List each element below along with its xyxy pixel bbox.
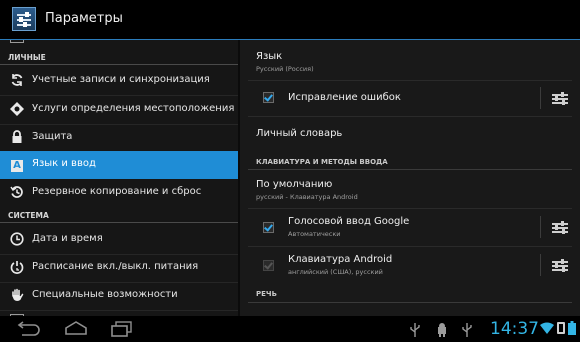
sidebar-item-security[interactable]: Защита (0, 124, 238, 152)
backup-icon (10, 185, 24, 199)
spellcheck-checkbox[interactable] (263, 92, 274, 103)
sidebar[interactable]: ЛИЧНЫЕ Учетные записи и синхронизация Ус… (0, 40, 238, 316)
system-bar: 14:37 (0, 316, 580, 342)
settings-screen: Параметры ЛИЧНЫЕ Учетные записи и синхро… (0, 0, 580, 342)
settings-sliders-icon[interactable] (552, 92, 568, 106)
location-icon (10, 102, 24, 116)
sidebar-item-label: Специальные возможности (32, 289, 178, 300)
usb-icon (462, 323, 472, 340)
pref-title: Личный словарь (256, 128, 343, 139)
sidebar-item-power-schedule[interactable]: Расписание вкл./выкл. питания (0, 254, 238, 282)
clock-icon (10, 232, 24, 246)
settings-sliders-icon[interactable] (552, 221, 568, 235)
sidebar-item-label: Расписание вкл./выкл. питания (32, 261, 199, 272)
google-voice-checkbox[interactable] (263, 222, 274, 233)
lock-icon (10, 130, 24, 144)
pref-summary: Автоматически (288, 230, 341, 238)
scroll-hint (10, 40, 24, 43)
power-schedule-icon (10, 260, 24, 274)
pref-summary: русский - Клавиатура Android (256, 193, 358, 201)
sidebar-item-label: Резервное копирование и сброс (32, 186, 202, 197)
sidebar-item-label: Защита (32, 131, 73, 142)
page-title: Параметры (45, 11, 123, 26)
sidebar-item-date-time[interactable]: Дата и время (0, 226, 238, 254)
battery-icon (568, 321, 576, 338)
sidebar-item-label: Услуги определения местоположения (32, 103, 235, 114)
pref-google-voice[interactable]: Голосовой ввод Google Автоматически (240, 209, 580, 245)
sidebar-item-location[interactable]: Услуги определения местоположения (0, 96, 238, 124)
pref-android-keyboard[interactable]: Клавиатура Android английский (США), рус… (240, 247, 580, 283)
action-bar: Параметры (0, 0, 580, 40)
sidebar-item-label: Дата и время (32, 233, 103, 244)
settings-sliders-icon[interactable] (552, 259, 568, 273)
wifi-icon (540, 322, 554, 337)
pref-title: Исправление ошибок (288, 92, 401, 103)
pref-summary: английский (США), русский (288, 268, 383, 276)
section-system: СИСТЕМА (8, 211, 49, 220)
pref-default-keyboard[interactable]: По умолчанию русский - Клавиатура Androi… (240, 171, 580, 207)
signal-icon (557, 322, 565, 337)
sidebar-item-label: Учетные записи и синхронизация (32, 74, 210, 85)
hand-icon (10, 288, 24, 302)
recent-apps-icon[interactable] (110, 321, 134, 341)
pref-title: Голосовой ввод Google (288, 216, 410, 227)
pref-spellcheck[interactable]: Исправление ошибок (240, 81, 580, 115)
settings-icon[interactable] (12, 7, 36, 31)
pref-user-dictionary[interactable]: Личный словарь (240, 117, 580, 151)
sync-icon (10, 73, 24, 87)
android-debug-icon (436, 323, 448, 340)
pref-title: По умолчанию (256, 179, 333, 190)
home-icon[interactable] (63, 320, 89, 340)
sidebar-item-language[interactable]: A Язык и ввод (0, 151, 238, 179)
sidebar-item-label: Язык и ввод (32, 158, 96, 169)
usb-icon (410, 323, 420, 340)
pref-title: Язык (256, 51, 283, 62)
section-personal: ЛИЧНЫЕ (8, 53, 46, 62)
section-keyboard: КЛАВИАТУРА И МЕТОДЫ ВВОДА (256, 158, 388, 166)
status-clock[interactable]: 14:37 (490, 319, 539, 339)
back-icon[interactable] (14, 321, 42, 341)
sidebar-item-accessibility[interactable]: Специальные возможности (0, 282, 238, 310)
android-keyboard-checkbox[interactable] (263, 260, 274, 271)
section-speech: РЕЧЬ (256, 290, 277, 298)
content: ЛИЧНЫЕ Учетные записи и синхронизация Ус… (0, 40, 580, 316)
pref-language[interactable]: Язык Русский (Россия) (240, 44, 580, 78)
sidebar-item-backup[interactable]: Резервное копирование и сброс (0, 179, 238, 207)
pref-summary: Русский (Россия) (256, 65, 314, 73)
language-icon: A (10, 158, 24, 172)
sidebar-item-accounts[interactable]: Учетные записи и синхронизация (0, 67, 238, 95)
pref-title: Клавиатура Android (288, 254, 393, 265)
